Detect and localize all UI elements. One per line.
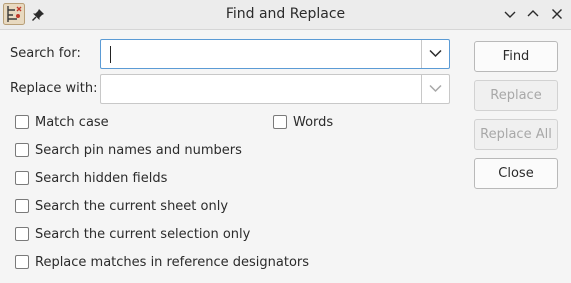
window-title: Find and Replace (225, 6, 346, 22)
search-label: Search for: (10, 46, 81, 61)
search-input[interactable] (101, 40, 421, 68)
search-combobox[interactable] (100, 39, 450, 69)
replace-button[interactable]: Replace (474, 80, 558, 111)
replace-history-dropdown[interactable] (421, 75, 449, 103)
chevron-down-icon (429, 84, 442, 93)
match-case-option[interactable]: Match case (15, 113, 109, 131)
hidden-fields-checkbox[interactable] (15, 171, 29, 185)
replace-all-button[interactable]: Replace All (474, 119, 558, 150)
minimize-icon[interactable] (502, 6, 518, 22)
current-sheet-option[interactable]: Search the current sheet only (15, 197, 228, 215)
replace-combobox[interactable] (100, 74, 450, 104)
current-sheet-label: Search the current sheet only (35, 198, 229, 214)
reference-designators-label: Replace matches in reference designators (35, 254, 310, 270)
pin-names-label: Search pin names and numbers (35, 142, 242, 158)
current-selection-option[interactable]: Search the current selection only (15, 225, 250, 243)
words-checkbox[interactable] (273, 115, 287, 129)
close-icon[interactable] (549, 6, 565, 22)
replace-input[interactable] (101, 75, 421, 103)
title-bar: Find and Replace (0, 0, 571, 30)
reference-designators-option[interactable]: Replace matches in reference designators (15, 253, 309, 271)
reference-designators-checkbox[interactable] (15, 255, 29, 269)
hidden-fields-option[interactable]: Search hidden fields (15, 169, 167, 187)
replace-label: Replace with: (10, 81, 98, 96)
text-cursor (110, 46, 111, 63)
hidden-fields-label: Search hidden fields (35, 170, 168, 186)
current-selection-checkbox[interactable] (15, 227, 29, 241)
words-label: Words (293, 114, 334, 130)
current-sheet-checkbox[interactable] (15, 199, 29, 213)
pin-names-option[interactable]: Search pin names and numbers (15, 141, 242, 159)
words-option[interactable]: Words (273, 113, 333, 131)
close-button[interactable]: Close (474, 158, 558, 189)
find-button[interactable]: Find (474, 41, 558, 72)
match-case-checkbox[interactable] (15, 115, 29, 129)
current-selection-label: Search the current selection only (35, 226, 251, 242)
search-history-dropdown[interactable] (421, 40, 449, 68)
pin-names-checkbox[interactable] (15, 143, 29, 157)
chevron-down-icon (429, 49, 442, 58)
maximize-icon[interactable] (525, 6, 541, 22)
match-case-label: Match case (35, 114, 109, 130)
